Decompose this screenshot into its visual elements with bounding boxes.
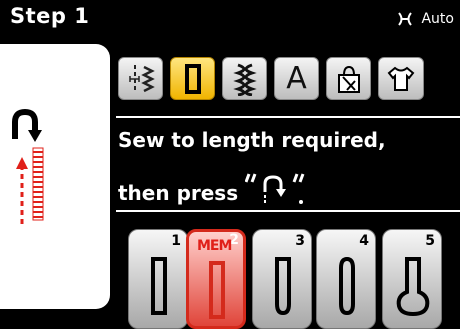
buttonhole-style-3[interactable]: 3 — [252, 229, 312, 329]
category-buttonhole[interactable] — [170, 57, 215, 100]
buttonhole-style-4[interactable]: 4 — [316, 229, 376, 329]
buttonhole-number: 4 — [359, 233, 369, 249]
divider-bottom — [116, 210, 460, 212]
buttonhole-number: 3 — [295, 233, 305, 249]
shirt-icon — [387, 66, 415, 91]
category-decorative[interactable] — [222, 57, 267, 100]
reverse-sewing-icon — [12, 108, 44, 224]
buttonhole-number: 1 — [171, 233, 181, 249]
instruction-line-1: Sew to length required, — [118, 128, 386, 152]
category-utility-stitch[interactable] — [118, 57, 163, 100]
buttonhole-number: 5 — [425, 233, 435, 249]
alphabet-icon: A — [286, 61, 307, 96]
quilt-icon — [337, 65, 360, 93]
sewing-illustration-panel — [0, 44, 110, 309]
presser-foot-icon — [398, 12, 413, 26]
memory-badge: MEM — [197, 238, 232, 254]
keyhole-buttonhole-icon — [396, 257, 430, 316]
square-buttonhole-icon — [151, 257, 167, 315]
buttonhole-icon — [184, 63, 201, 94]
auto-indicator: Auto — [397, 10, 454, 28]
decorative-stitch-icon — [232, 63, 257, 96]
category-garment[interactable] — [378, 57, 424, 100]
divider-top — [116, 116, 460, 118]
category-alphabet[interactable]: A — [274, 57, 319, 100]
square-buttonhole-icon — [209, 261, 225, 319]
buttonhole-style-5[interactable]: 5 — [382, 229, 442, 329]
step-title: Step 1 — [10, 4, 90, 28]
auto-label: Auto — [421, 11, 454, 27]
instruction-line-2-text: then press — [118, 181, 239, 205]
round-both-ends-buttonhole-icon — [339, 256, 355, 316]
buttonhole-style-1[interactable]: 1 — [128, 229, 188, 329]
reverse-button-icon — [244, 173, 305, 205]
rounded-end-buttonhole-icon — [275, 257, 291, 316]
instruction-line-2: then press — [118, 172, 305, 206]
utility-stitch-icon — [128, 64, 155, 93]
category-quilt[interactable] — [326, 57, 371, 100]
buttonhole-style-2[interactable]: 2 MEM — [186, 229, 246, 329]
